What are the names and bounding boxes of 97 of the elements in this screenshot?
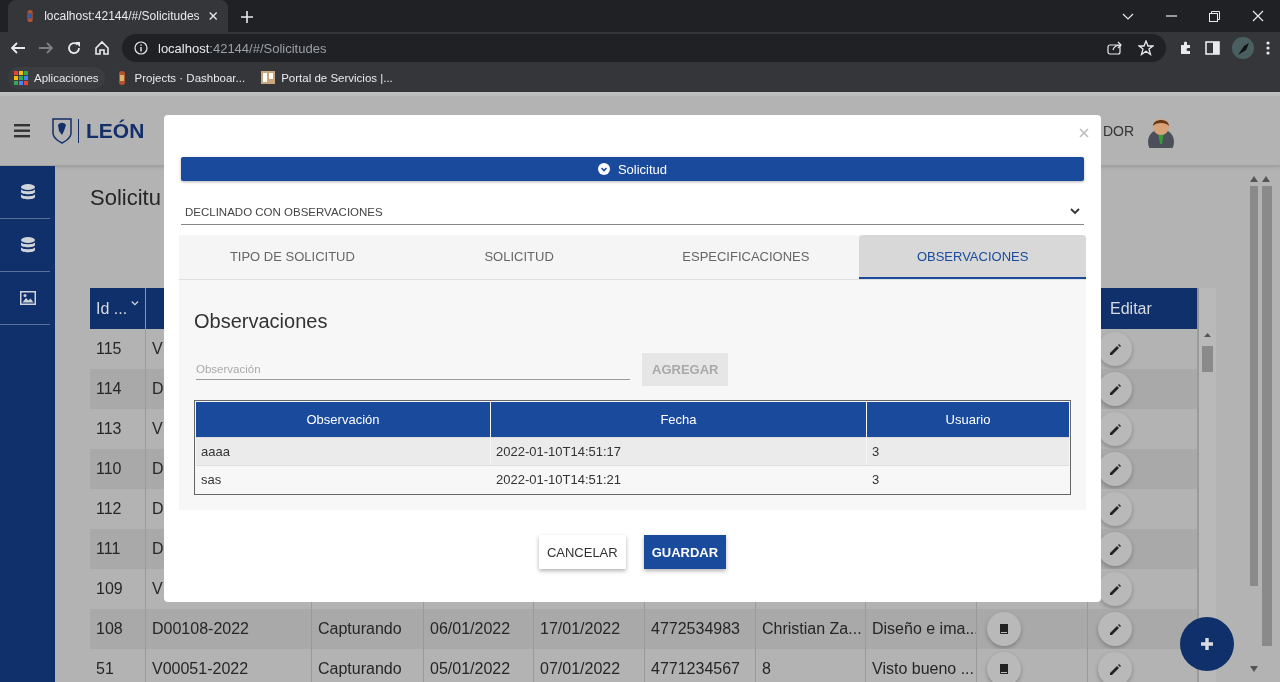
- details-button[interactable]: [987, 612, 1021, 646]
- table-cell: 115: [96, 340, 122, 358]
- table-cell: 109: [96, 580, 123, 598]
- database-icon[interactable]: [20, 237, 35, 253]
- table-cell: Visto bueno ...: [872, 660, 974, 678]
- favicon-icon: [261, 70, 276, 86]
- table-cell: 114: [96, 380, 122, 398]
- table-cell: D: [152, 540, 164, 558]
- image-icon[interactable]: [19, 291, 36, 305]
- pencil-icon: [1108, 422, 1122, 436]
- table-cell: D: [152, 500, 164, 518]
- info-icon[interactable]: [134, 41, 148, 55]
- section-heading: Observaciones: [194, 310, 329, 333]
- table-cell: 06/01/2022: [430, 620, 511, 638]
- pencil-icon: [1108, 622, 1122, 636]
- address-text: localhost:42144/#/Solicitudes: [158, 40, 327, 56]
- reload-icon[interactable]: [66, 40, 82, 56]
- table-cell: 17/01/2022: [540, 620, 621, 638]
- cancel-button[interactable]: CANCELAR: [538, 535, 626, 569]
- table-cell: 05/01/2022: [430, 660, 511, 678]
- address-bar[interactable]: localhost:42144/#/Solicitudes: [122, 34, 1166, 62]
- table-cell: D: [152, 460, 164, 478]
- side-panel-icon[interactable]: [1205, 40, 1220, 56]
- pencil-icon: [1108, 662, 1122, 676]
- tab[interactable]: OBSERVACIONES: [859, 235, 1086, 279]
- book-icon: [998, 623, 1010, 635]
- table-cell: D: [152, 380, 164, 398]
- table-cell: V: [152, 580, 163, 598]
- add-button[interactable]: [1180, 617, 1234, 671]
- table-cell: aaaa: [196, 438, 490, 465]
- pencil-icon: [1108, 542, 1122, 556]
- apps-grid-icon: [14, 71, 28, 85]
- tab[interactable]: TIPO DE SOLICITUD: [179, 235, 406, 279]
- observation-input-field[interactable]: Observación: [196, 359, 630, 380]
- tab-search-caret-icon[interactable]: [1122, 11, 1134, 21]
- edit-button[interactable]: [1098, 652, 1132, 682]
- table-cell: 51: [96, 660, 114, 678]
- pencil-icon: [1108, 382, 1122, 396]
- bookmark[interactable]: Projects · Dashboar...: [108, 66, 252, 90]
- table-cell: 4772534983: [651, 620, 740, 638]
- table-cell: 112: [96, 500, 122, 518]
- bookmark[interactable]: Aplicaciones: [8, 67, 105, 89]
- table-cell: 07/01/2022: [540, 660, 621, 678]
- table-cell: 2022-01-10T14:51:17: [491, 438, 866, 465]
- chevron-circle-icon: [597, 163, 610, 175]
- pencil-icon: [1108, 582, 1122, 596]
- close-window-icon[interactable]: [1252, 10, 1264, 22]
- table-cell: V: [152, 340, 163, 358]
- caret-icon: [1070, 208, 1080, 215]
- avatar-icon[interactable]: [1232, 37, 1254, 59]
- home-icon[interactable]: [94, 40, 110, 56]
- details-button[interactable]: [987, 652, 1021, 682]
- browser-tab[interactable]: localhost:42144/#/Solicitudes: [8, 0, 228, 32]
- table-cell: 113: [96, 420, 122, 438]
- edit-button[interactable]: [1098, 572, 1132, 606]
- table-cell: Christian Za...: [762, 620, 862, 638]
- table-cell: 111: [96, 540, 121, 558]
- table-cell: D00108-2022: [152, 620, 249, 638]
- bookmark[interactable]: Portal de Servicios |...: [255, 66, 399, 90]
- book-icon: [998, 663, 1010, 675]
- share-icon[interactable]: [1107, 40, 1122, 55]
- column-header: Editar: [1110, 299, 1152, 318]
- tab[interactable]: SOLICITUD: [405, 235, 633, 279]
- pencil-icon: [1108, 502, 1122, 516]
- column-header: Usuario: [867, 402, 1069, 437]
- tab-title: localhost:42144/#/Solicitudes: [44, 9, 200, 23]
- table-cell: 8: [762, 660, 771, 678]
- new-tab-icon[interactable]: [240, 10, 254, 24]
- sort-caret-icon[interactable]: [131, 300, 139, 307]
- table-cell: 3: [867, 438, 1069, 465]
- restore-icon[interactable]: [1209, 10, 1220, 22]
- database-icon[interactable]: [20, 184, 35, 200]
- logo-text: LEÓN: [78, 118, 145, 143]
- column-header: Fecha: [491, 402, 866, 437]
- column-header: Observación: [196, 402, 490, 437]
- table-cell: Capturando: [318, 660, 402, 678]
- section-header-bar[interactable]: Solicitud: [181, 157, 1084, 181]
- table-cell: V00051-2022: [152, 660, 249, 678]
- puzzle-icon[interactable]: [1178, 40, 1193, 56]
- pencil-icon: [1108, 342, 1122, 356]
- tab[interactable]: ESPECIFICACIONES: [632, 235, 860, 279]
- page-title: Solicitu: [90, 184, 161, 212]
- plus-icon: [1200, 637, 1214, 651]
- pencil-icon: [1108, 462, 1122, 476]
- status-dropdown[interactable]: DECLINADO CON OBSERVACIONES: [181, 199, 1084, 225]
- table-cell: 108: [96, 620, 123, 638]
- table-cell: Capturando: [318, 620, 402, 638]
- back-arrow-icon[interactable]: [10, 40, 26, 56]
- table-cell: V: [152, 420, 163, 438]
- table-cell: 110: [96, 460, 122, 478]
- save-button[interactable]: GUARDAR: [643, 535, 727, 569]
- menu-icon[interactable]: [14, 123, 30, 138]
- user-role: DOR: [1102, 122, 1134, 139]
- shield-icon: [52, 116, 72, 145]
- table-cell: 4771234567: [651, 660, 740, 678]
- menu-icon[interactable]: [1266, 40, 1270, 56]
- star-icon[interactable]: [1138, 40, 1154, 56]
